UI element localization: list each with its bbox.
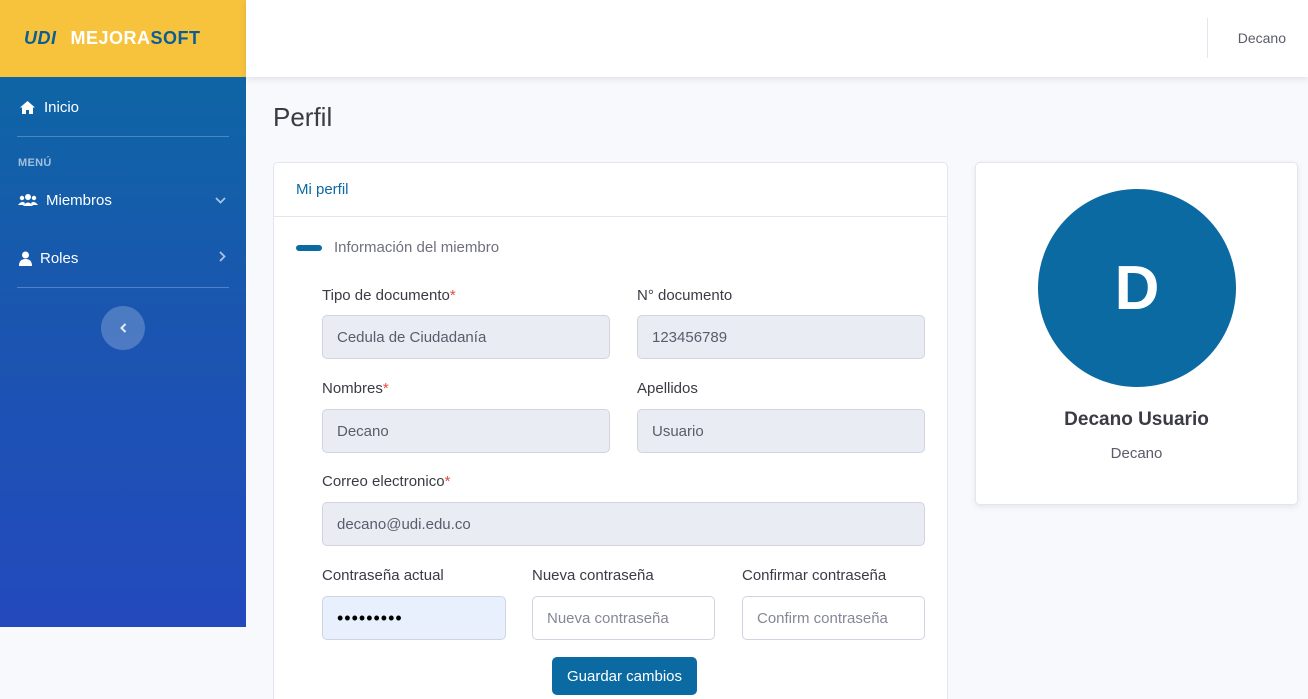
sidebar-toggle-button[interactable] [101,306,145,350]
topbar-divider [1207,18,1208,58]
udi-logo: UDI [24,28,57,48]
required-mark: * [382,380,389,397]
page-title: Perfil [273,102,333,132]
numero-documento-field[interactable]: 123456789 [637,315,925,359]
label-contrasena-actual: Contraseña actual [322,567,444,584]
label-text: Tipo de documento [322,287,450,304]
current-password-field[interactable]: ••••••••• [322,596,506,640]
chevron-left-icon [119,323,126,333]
sidebar-heading: MENÚ [18,157,52,169]
avatar: D [1038,189,1236,387]
field-value: ••••••••• [337,607,403,628]
nombres-field[interactable]: Decano [322,409,610,453]
required-mark: * [449,287,456,304]
users-icon [18,191,38,209]
label-apellidos: Apellidos [637,380,698,397]
field-placeholder: Confirm contraseña [757,609,888,627]
sidebar-item-miembros[interactable]: Miembros [0,171,246,229]
apellidos-field[interactable]: Usuario [637,409,925,453]
save-button[interactable]: Guardar cambios [552,657,697,695]
sidebar-item-label: Miembros [46,191,112,209]
label-text: Nueva contraseña [532,567,654,584]
user-menu[interactable]: Decano [1238,30,1286,46]
label-correo: Correo electronico* [322,473,450,490]
chevron-down-icon [215,193,226,207]
sidebar-item-inicio[interactable]: Inicio [0,78,246,136]
field-value: Cedula de Ciudadanía [337,328,487,346]
profile-name: Decano Usuario [1064,409,1209,430]
email-field[interactable]: decano@udi.edu.co [322,502,925,546]
brand[interactable]: UDI MEJORASOFT [0,0,246,77]
label-tipo-documento: Tipo de documento* [322,287,456,304]
label-text: Apellidos [637,380,698,397]
field-value: Usuario [652,422,704,440]
chevron-right-icon [219,251,226,265]
label-text: Confirmar contraseña [742,567,887,584]
user-icon [18,249,32,267]
label-nueva-contrasena: Nueva contraseña [532,567,654,584]
label-text: Contraseña actual [322,567,444,584]
section-bar [296,244,322,251]
section-title: Información del miembro [334,239,500,256]
section-heading: Información del miembro [274,217,947,256]
profile-role: Decano [1110,445,1163,462]
field-value: Decano [337,422,389,440]
profile-summary-card: D Decano Usuario Decano [975,162,1298,505]
card-header: Mi perfil [274,163,947,217]
field-placeholder: Nueva contraseña [547,609,669,627]
tipo-documento-field[interactable]: Cedula de Ciudadanía [322,315,610,359]
brand-name-part2: SOFT [150,28,201,48]
brand-name-part1: MEJORA [70,28,151,48]
field-value: 123456789 [652,328,728,346]
label-text: N° documento [637,287,733,304]
sidebar-item-label: Roles [40,249,79,267]
label-text: Correo electronico [322,473,445,490]
profile-form-card: Mi perfil Información del miembro Tipo d… [273,162,948,699]
home-icon [18,98,36,116]
sidebar-item-roles[interactable]: Roles [0,229,246,287]
brand-name: MEJORASOFT [71,28,201,49]
topbar: Decano [246,0,1308,77]
sidebar-item-label: Inicio [44,98,80,116]
label-nombres: Nombres* [322,380,389,397]
field-value: decano@udi.edu.co [337,515,471,533]
label-confirmar-contrasena: Confirmar contraseña [742,567,886,584]
confirm-password-field[interactable]: Confirm contraseña [742,596,925,640]
label-numero-documento: N° documento [637,287,732,304]
required-mark: * [444,473,451,490]
sidebar: UDI MEJORASOFT Inicio MENÚ Miembros Role… [0,0,246,627]
label-text: Nombres [322,380,383,397]
new-password-field[interactable]: Nueva contraseña [532,596,715,640]
sidebar-divider [17,287,229,288]
